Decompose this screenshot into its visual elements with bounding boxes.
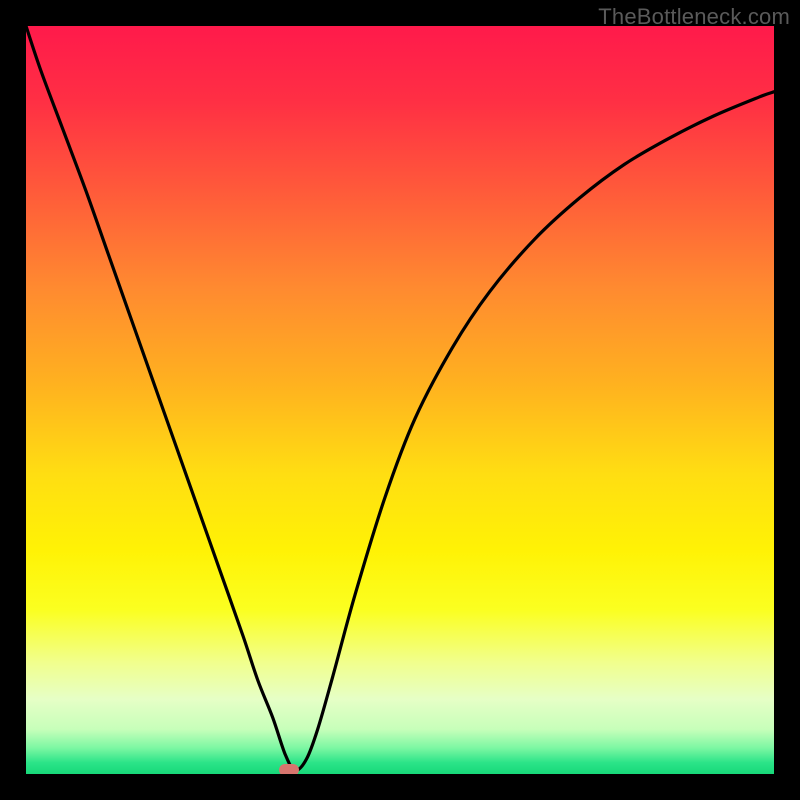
chart-frame: TheBottleneck.com (0, 0, 800, 800)
bottleneck-curve (26, 26, 774, 774)
optimum-marker (279, 764, 299, 774)
plot-area (26, 26, 774, 774)
